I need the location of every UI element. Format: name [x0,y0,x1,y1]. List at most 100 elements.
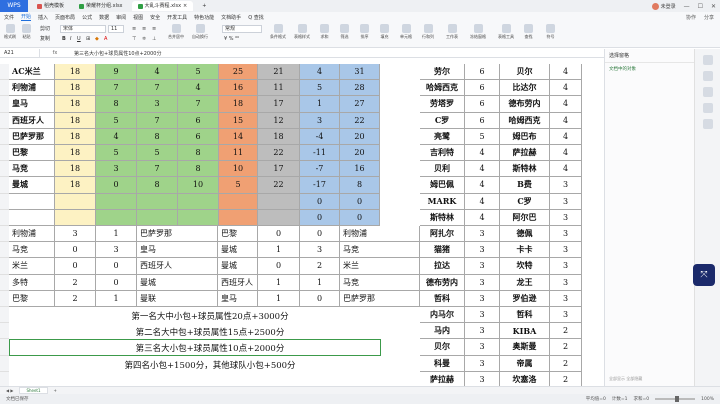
fx-icon[interactable]: fx [40,50,70,56]
player-cell[interactable]: 哲科 [500,307,550,324]
team-name-cell[interactable]: 皇马 [9,96,55,113]
match-cell[interactable]: 多特 [9,274,55,291]
score-cell[interactable] [219,193,258,210]
score-cell[interactable]: -7 [300,161,340,178]
row-header[interactable] [0,64,9,81]
match-cell[interactable]: 曼联 [137,290,218,307]
player-cell[interactable]: 3 [465,323,500,340]
sum-button[interactable]: 求和 [320,24,329,40]
score-cell[interactable]: 0 [96,177,137,194]
match-cell[interactable]: 巴黎 [218,226,258,243]
spreadsheet-grid[interactable]: AC米兰 18 9 4 5 25 21 4 31 利物浦 18 7 7 4 16 11 5 28 皇马 18 8 3 7 18… [0,60,604,386]
score-cell[interactable]: 22 [258,145,300,162]
sidebar-property-icon[interactable] [702,103,713,113]
player-cell[interactable]: B费 [500,177,550,194]
player-cell[interactable]: 6 [465,96,500,113]
score-cell[interactable] [55,193,96,210]
new-tab-button[interactable]: + [196,1,212,11]
score-cell[interactable]: 25 [219,64,258,81]
row-header[interactable] [0,339,9,356]
player-cell[interactable]: 3 [550,258,582,275]
score-cell[interactable]: 18 [55,112,96,129]
find-button[interactable]: 查找 [524,24,533,40]
maximize-icon[interactable]: ☐ [698,3,703,10]
player-cell[interactable]: 科曼 [420,355,465,372]
score-cell[interactable]: 11 [258,80,300,97]
menu-item-2[interactable]: 插入 [38,14,48,21]
score-cell[interactable]: 10 [178,177,219,194]
match-cell[interactable]: 皇马 [137,242,218,259]
minimize-icon[interactable]: — [684,3,690,10]
underline-button[interactable]: U [77,36,81,42]
player-cell[interactable]: 马内 [420,323,465,340]
row-header[interactable] [0,307,9,324]
player-cell[interactable]: 贝尔 [500,64,550,81]
align-middle-icon[interactable]: ≑ [142,36,146,42]
player-cell[interactable]: 斯特林 [420,209,465,226]
score-cell[interactable]: 4 [178,80,219,97]
match-cell[interactable]: 利物浦 [9,226,55,243]
player-cell[interactable]: MARK [420,193,465,210]
match-cell[interactable]: 巴萨罗那 [137,226,218,243]
player-cell[interactable]: 贝尔 [420,339,465,356]
player-cell[interactable]: 3 [550,290,582,307]
score-cell[interactable]: 8 [96,96,137,113]
match-cell[interactable]: 西班牙人 [137,258,218,275]
match-cell[interactable]: 利物浦 [340,226,420,243]
player-cell[interactable]: 比达尔 [500,80,550,97]
match-cell[interactable]: 皇马 [218,290,258,307]
player-cell[interactable]: 劳塔罗 [420,96,465,113]
player-cell[interactable]: 拉达 [420,258,465,275]
match-cell[interactable]: 0 [300,226,340,243]
player-cell[interactable]: 贝利 [420,161,465,178]
match-cell[interactable]: 马竞 [340,274,420,291]
match-cell[interactable]: 曼城 [218,258,258,275]
score-cell[interactable]: 5 [96,112,137,129]
team-name-cell[interactable]: 西班牙人 [9,112,55,129]
menu-item-0[interactable]: 文件 [4,14,14,21]
player-cell[interactable]: 阿尔巴 [500,209,550,226]
row-header[interactable] [0,371,9,386]
menu-item-9[interactable]: 开发工具 [167,14,187,21]
player-cell[interactable]: 6 [465,80,500,97]
score-cell[interactable]: 18 [55,177,96,194]
player-cell[interactable]: 4 [550,161,582,178]
team-name-cell[interactable] [9,193,55,210]
score-cell[interactable]: 0 [300,193,340,210]
player-cell[interactable]: 4 [465,161,500,178]
search-menu[interactable]: Q 查找 [248,14,264,21]
align-bottom-icon[interactable]: ⊥ [152,36,156,42]
score-cell[interactable] [96,209,137,226]
row-header[interactable] [0,226,9,243]
player-cell[interactable]: 德布劳内 [500,96,550,113]
doc-tab-2[interactable]: 大乱斗赛程.xlsx × [131,1,194,11]
row-header[interactable] [0,209,9,226]
italic-button[interactable]: I [70,36,71,42]
score-cell[interactable]: 17 [258,96,300,113]
close-tab-icon[interactable]: × [183,1,187,11]
player-cell[interactable]: 3 [465,226,500,243]
score-cell[interactable]: 21 [258,64,300,81]
match-cell[interactable]: 1 [96,290,137,307]
score-cell[interactable]: 17 [258,161,300,178]
match-cell[interactable]: 西班牙人 [218,274,258,291]
player-cell[interactable]: 3 [550,193,582,210]
score-cell[interactable]: 7 [137,161,178,178]
score-cell[interactable]: 3 [300,112,340,129]
player-cell[interactable]: 3 [550,307,582,324]
match-cell[interactable]: 马竞 [340,242,420,259]
score-cell[interactable] [258,209,300,226]
row-header[interactable] [0,145,9,162]
number-format-select[interactable]: 常规 [222,25,262,33]
player-cell[interactable]: 萨拉赫 [420,371,465,386]
row-header[interactable] [0,274,9,291]
player-cell[interactable]: 3 [465,258,500,275]
match-cell[interactable]: 2 [55,290,96,307]
score-cell[interactable]: 7 [137,80,178,97]
player-cell[interactable]: 劳尔 [420,64,465,81]
score-cell[interactable]: -4 [300,128,340,145]
score-cell[interactable] [178,193,219,210]
close-icon[interactable]: ✕ [711,3,716,10]
player-cell[interactable]: 坎特 [500,258,550,275]
player-cell[interactable]: 6 [465,64,500,81]
